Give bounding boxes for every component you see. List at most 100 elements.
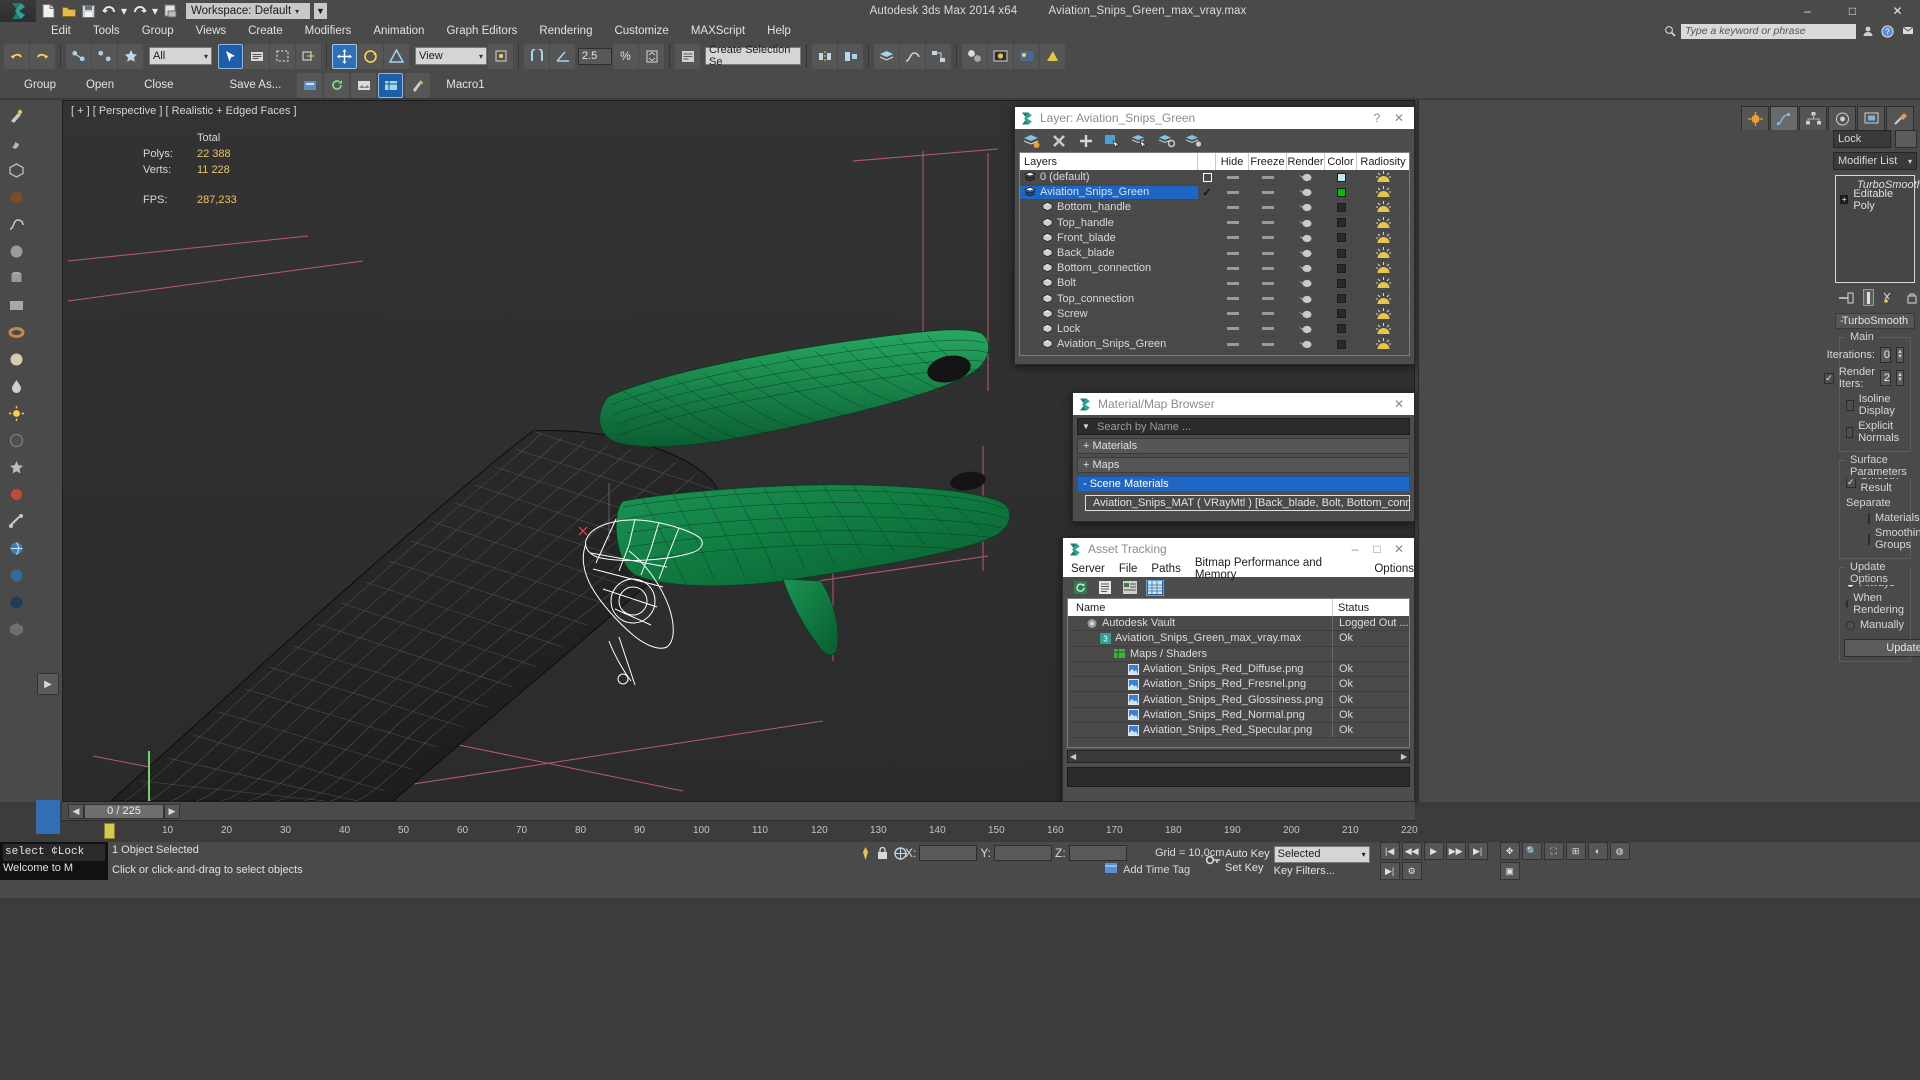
layer-color-cell[interactable] xyxy=(1325,291,1357,306)
asset-tracking-dialog[interactable]: Asset Tracking – □ ✕ Server File Paths B… xyxy=(1062,537,1415,802)
material-search-row[interactable]: ▼ Search by Name ... xyxy=(1077,418,1410,435)
left-panel-swatch[interactable] xyxy=(36,800,60,834)
percent-snap-toggle-button[interactable]: % xyxy=(613,43,638,69)
layer-active-cell[interactable] xyxy=(1198,172,1216,182)
layer-radiosity-cell[interactable] xyxy=(1357,185,1409,200)
show-end-result-icon[interactable] xyxy=(1863,289,1874,306)
layer-name-cell[interactable]: Aviation_Snips_Green xyxy=(1020,338,1198,351)
layer-name-cell[interactable]: Screw xyxy=(1020,307,1198,320)
layer-freeze-cell[interactable] xyxy=(1249,170,1287,185)
asset-name-cell[interactable]: Aviation_Snips_Red_Diffuse.png xyxy=(1068,661,1333,677)
col-render[interactable]: Render xyxy=(1287,153,1325,170)
brush-tool-icon[interactable] xyxy=(5,131,29,155)
globe-icon[interactable] xyxy=(5,536,29,560)
layer-radiosity-cell[interactable] xyxy=(1357,291,1409,306)
layer-freeze-cell[interactable] xyxy=(1249,337,1287,352)
layer-render-cell[interactable] xyxy=(1287,200,1325,215)
menu-item-modifiers[interactable]: Modifiers xyxy=(294,22,363,40)
track-bar[interactable]: 10 20 30 40 50 60 70 80 90 100 110 120 130 140 150 160 1… xyxy=(62,820,1418,842)
material-editor-button[interactable] xyxy=(962,43,987,69)
layer-color-cell[interactable] xyxy=(1325,230,1357,245)
rectangular-selection-region-button[interactable] xyxy=(270,43,295,69)
layer-row[interactable]: Screw xyxy=(1020,307,1409,322)
asset-row[interactable]: Aviation_Snips_Red_Fresnel.png Ok xyxy=(1068,677,1409,693)
update-when-rendering-radio[interactable] xyxy=(1846,599,1849,609)
layer-hide-cell[interactable] xyxy=(1216,321,1249,336)
layer-color-cell[interactable] xyxy=(1325,321,1357,336)
grid-view-icon[interactable] xyxy=(1146,579,1164,596)
layer-freeze-cell[interactable] xyxy=(1249,215,1287,230)
dark-globe-icon[interactable] xyxy=(5,590,29,614)
layer-hide-cell[interactable] xyxy=(1216,215,1249,230)
asset-name-cell[interactable]: Aviation_Snips_Red_Specular.png xyxy=(1068,723,1333,738)
turbosmooth-rollout-header[interactable]: - TurboSmooth xyxy=(1835,313,1915,329)
curve-icon[interactable] xyxy=(5,212,29,236)
asset-maximize-button[interactable]: □ xyxy=(1366,539,1388,559)
z-coordinate-input[interactable] xyxy=(1068,845,1127,861)
x-coordinate-input[interactable] xyxy=(919,845,978,861)
bitmap-icon[interactable] xyxy=(351,72,377,98)
layer-row[interactable]: Lock xyxy=(1020,321,1409,338)
close-button-toolbar[interactable]: Close xyxy=(130,79,187,91)
layer-freeze-cell[interactable] xyxy=(1249,261,1287,276)
globe2-icon[interactable] xyxy=(5,563,29,587)
asset-row[interactable]: Autodesk Vault Logged Out ... xyxy=(1068,616,1409,632)
layer-dialog-close-button[interactable]: ✕ xyxy=(1388,108,1410,128)
remove-modifier-icon[interactable] xyxy=(1906,289,1918,306)
redo-icon[interactable] xyxy=(131,3,148,20)
layer-manager-dialog[interactable]: Layer: Aviation_Snips_Green ? ✕ Layers H… xyxy=(1014,106,1415,365)
layer-row[interactable]: 0 (default) xyxy=(1020,170,1409,186)
save-as-button[interactable]: Save As... xyxy=(216,79,296,91)
layer-freeze-cell[interactable] xyxy=(1249,291,1287,306)
key-filter-selected-combo[interactable]: Selected ▾ xyxy=(1273,845,1370,863)
layer-name-cell[interactable]: Top_connection xyxy=(1020,292,1198,305)
layer-hide-cell[interactable] xyxy=(1216,291,1249,306)
asset-tracking-icon[interactable] xyxy=(378,72,404,98)
layer-render-cell[interactable] xyxy=(1287,230,1325,245)
bind-to-spacewarp-button[interactable] xyxy=(118,43,143,69)
asset-name-cell[interactable]: Aviation_Snips_Red_Glossiness.png xyxy=(1068,692,1333,707)
cube-icon[interactable] xyxy=(5,617,29,641)
communication-center-icon[interactable] xyxy=(1899,24,1916,39)
layer-color-cell[interactable] xyxy=(1325,261,1357,276)
update-when-rendering-row[interactable]: When Rendering xyxy=(1846,592,1904,616)
layer-color-cell[interactable] xyxy=(1325,337,1357,352)
layer-row[interactable]: Top_connection xyxy=(1020,292,1409,307)
layer-color-cell[interactable] xyxy=(1325,246,1357,261)
asset-grid[interactable]: Name Status Autodesk Vault Logged Out ...… xyxy=(1067,598,1410,748)
3dsmax-logo-icon[interactable] xyxy=(0,0,36,22)
create-new-layer-icon[interactable] xyxy=(1023,132,1040,149)
open-button[interactable]: Open xyxy=(72,79,128,91)
red-ball-icon[interactable] xyxy=(5,482,29,506)
col-color[interactable]: Color xyxy=(1325,153,1357,170)
pan-view-button[interactable]: ✥ xyxy=(1499,842,1520,860)
group-button[interactable]: Group xyxy=(10,79,70,91)
menu-item-graph-editors[interactable]: Graph Editors xyxy=(435,22,528,40)
select-and-link-button[interactable] xyxy=(66,43,91,69)
asset-name-cell[interactable]: Aviation_Snips_Red_Fresnel.png xyxy=(1068,677,1333,692)
teardrop-icon[interactable] xyxy=(5,374,29,398)
layer-name-cell[interactable]: Aviation_Snips_Green xyxy=(1020,185,1198,199)
layer-settings-icon[interactable] xyxy=(1185,132,1202,149)
asset-name-cell[interactable]: 3 Aviation_Snips_Green_max_vray.max xyxy=(1068,631,1333,646)
layer-freeze-cell[interactable] xyxy=(1249,321,1287,336)
layer-hide-cell[interactable] xyxy=(1216,185,1249,200)
undo-dropdown-icon[interactable]: ▾ xyxy=(120,3,128,20)
tab-create[interactable] xyxy=(1741,106,1769,130)
layer-hide-cell[interactable] xyxy=(1216,200,1249,215)
close-button[interactable]: ✕ xyxy=(1875,0,1920,22)
menu-item-edit[interactable]: Edit xyxy=(40,22,82,40)
asset-row[interactable]: Aviation_Snips_Red_Diffuse.png Ok xyxy=(1068,661,1409,678)
asset-footer-field[interactable] xyxy=(1067,767,1410,787)
lock-name-field[interactable]: Lock xyxy=(1833,130,1891,148)
layer-radiosity-cell[interactable] xyxy=(1357,246,1409,261)
current-frame-field[interactable]: 0 / 225 xyxy=(84,803,164,819)
save-file-icon[interactable] xyxy=(80,3,97,20)
asset-menu-options[interactable]: Options xyxy=(1374,563,1414,575)
menu-item-customize[interactable]: Customize xyxy=(603,22,679,40)
tab-motion[interactable] xyxy=(1828,106,1856,130)
menu-item-tools[interactable]: Tools xyxy=(82,22,131,40)
zoom-button[interactable]: 🔍 xyxy=(1521,842,1542,860)
layer-render-cell[interactable] xyxy=(1287,291,1325,306)
schematic-view-button[interactable] xyxy=(926,43,951,69)
